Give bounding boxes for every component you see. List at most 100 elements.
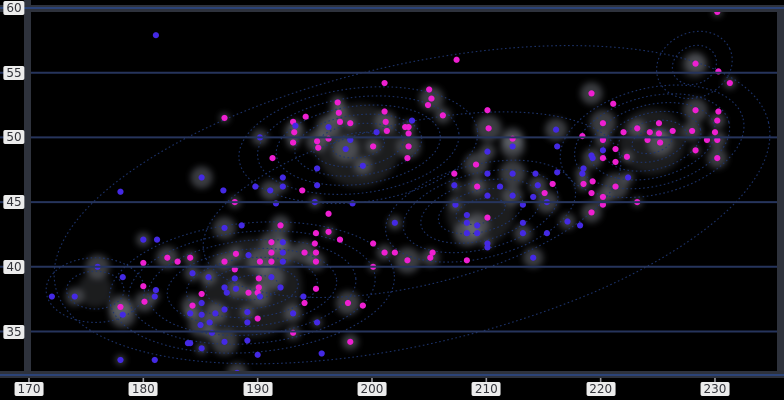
- data-point-magenta: [453, 57, 459, 63]
- data-point-blue: [510, 143, 516, 149]
- data-point-magenta: [425, 102, 431, 108]
- data-point-blue: [280, 174, 286, 180]
- data-point-blue: [360, 163, 366, 169]
- data-point-blue: [590, 155, 596, 161]
- data-point-magenta: [428, 95, 434, 101]
- data-point-blue: [224, 290, 230, 296]
- data-point-magenta: [269, 155, 275, 161]
- data-point-blue: [153, 287, 159, 293]
- data-point-blue: [117, 357, 123, 363]
- data-point-magenta: [427, 255, 433, 261]
- data-point-magenta: [451, 171, 457, 177]
- data-point-magenta: [268, 249, 274, 255]
- data-point-blue: [510, 171, 516, 177]
- data-point-magenta: [392, 249, 398, 255]
- data-point-magenta: [381, 108, 387, 114]
- data-point-blue: [267, 187, 273, 193]
- data-point-blue: [579, 171, 585, 177]
- data-point-magenta: [256, 284, 262, 290]
- y-tick-label: 50: [3, 130, 24, 144]
- data-point-blue: [199, 174, 205, 180]
- data-point-blue: [187, 310, 193, 316]
- data-point-blue: [233, 286, 239, 292]
- data-point-blue: [199, 312, 205, 318]
- data-point-blue: [464, 212, 470, 218]
- data-point-magenta: [117, 304, 123, 310]
- data-point-blue: [510, 193, 516, 199]
- data-point-magenta: [313, 249, 319, 255]
- data-point-blue: [373, 129, 379, 135]
- data-point-blue: [554, 169, 560, 175]
- data-point-blue: [280, 259, 286, 265]
- data-point-magenta: [360, 303, 366, 309]
- data-point-blue: [255, 352, 261, 358]
- data-point-blue: [244, 337, 250, 343]
- data-point-magenta: [370, 143, 376, 149]
- data-point-blue: [484, 193, 490, 199]
- data-point-blue: [280, 249, 286, 255]
- data-point-magenta: [370, 240, 376, 246]
- data-point-blue: [280, 239, 286, 245]
- data-point-blue: [199, 300, 205, 306]
- data-point-magenta: [474, 183, 480, 189]
- data-point-magenta: [255, 315, 261, 321]
- data-point-blue: [252, 183, 258, 189]
- data-point-magenta: [337, 237, 343, 243]
- data-point-magenta: [335, 99, 341, 105]
- data-point-blue: [152, 293, 158, 299]
- data-point-magenta: [187, 255, 193, 261]
- data-point-magenta: [268, 259, 274, 265]
- data-point-blue: [221, 339, 227, 345]
- data-point-blue: [300, 293, 306, 299]
- data-point-magenta: [277, 222, 283, 228]
- data-point-magenta: [610, 101, 616, 107]
- data-point-blue: [120, 312, 126, 318]
- data-point-blue: [152, 357, 158, 363]
- data-point-magenta: [383, 119, 389, 125]
- data-point-magenta: [256, 275, 262, 281]
- data-point-blue: [49, 293, 55, 299]
- data-point-blue: [530, 194, 536, 200]
- y-tick-label: 35: [3, 325, 24, 339]
- x-tick-label: 220: [586, 382, 615, 396]
- data-point-magenta: [336, 110, 342, 116]
- data-point-magenta: [233, 251, 239, 257]
- data-point-magenta: [656, 130, 662, 136]
- data-point-magenta: [612, 159, 618, 165]
- data-point-magenta: [484, 107, 490, 113]
- data-point-magenta: [381, 80, 387, 86]
- data-point-magenta: [268, 239, 274, 245]
- data-point-blue: [520, 220, 526, 226]
- data-point-magenta: [299, 187, 305, 193]
- data-point-magenta: [301, 300, 307, 306]
- data-point-magenta: [600, 120, 606, 126]
- data-point-magenta: [312, 240, 318, 246]
- data-point-magenta: [347, 120, 353, 126]
- data-point-blue: [319, 350, 325, 356]
- data-point-magenta: [550, 181, 556, 187]
- data-point-magenta: [325, 229, 331, 235]
- data-point-blue: [474, 230, 480, 236]
- data-point-magenta: [620, 129, 626, 135]
- data-point-blue: [244, 319, 250, 325]
- data-point-magenta: [714, 117, 720, 123]
- y-tick-label: 60: [3, 1, 24, 15]
- data-point-blue: [553, 127, 559, 133]
- data-point-blue: [530, 255, 536, 261]
- data-point-blue: [484, 171, 490, 177]
- data-point-blue: [544, 230, 550, 236]
- data-point-magenta: [189, 303, 195, 309]
- data-point-magenta: [486, 125, 492, 131]
- x-tick-label: 190: [243, 382, 272, 396]
- data-point-blue: [185, 340, 191, 346]
- data-point-blue: [580, 165, 586, 171]
- data-point-blue: [189, 270, 195, 276]
- data-point-blue: [497, 183, 503, 189]
- data-point-blue: [120, 274, 126, 280]
- data-point-magenta: [384, 128, 390, 134]
- data-point-magenta: [314, 138, 320, 144]
- data-point-magenta: [657, 139, 663, 145]
- data-point-magenta: [600, 194, 606, 200]
- data-point-magenta: [473, 161, 479, 167]
- x-tick-label: 180: [129, 382, 158, 396]
